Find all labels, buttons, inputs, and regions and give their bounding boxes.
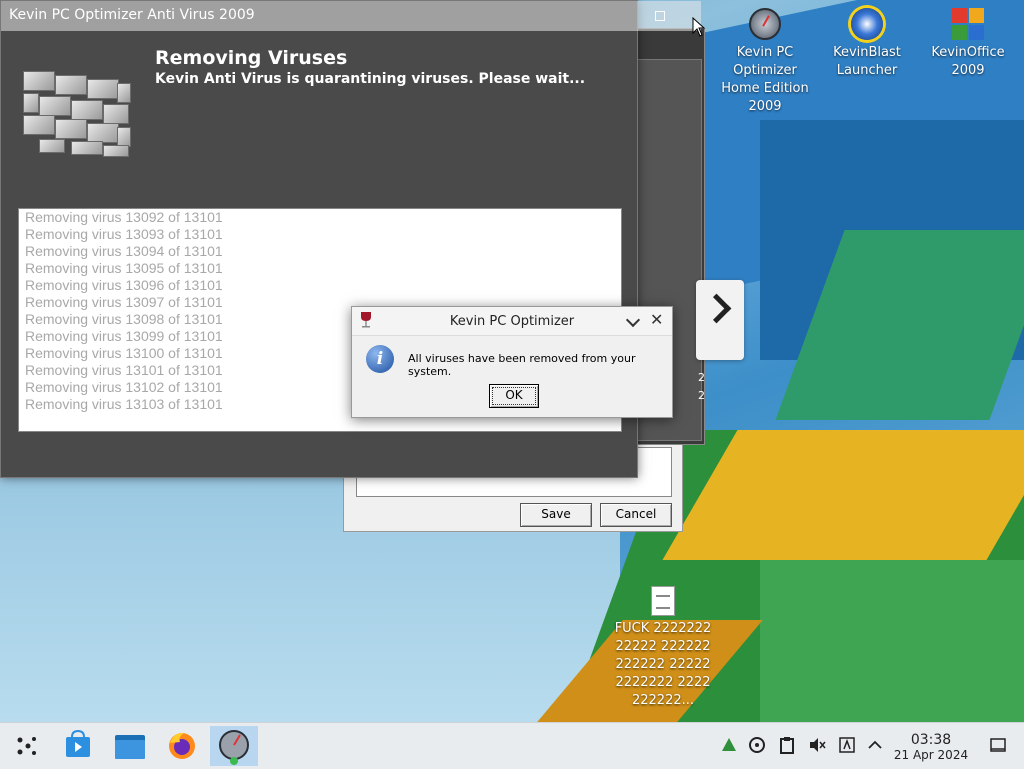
chevron-up-icon[interactable] xyxy=(866,736,884,754)
desktop-icon-label: KevinOffice 2009 xyxy=(931,45,1005,78)
file-manager-icon[interactable] xyxy=(108,726,152,766)
application-launcher-icon[interactable] xyxy=(4,726,48,766)
desktop-icon-label: KevinBlast Launcher xyxy=(833,45,901,78)
desktop-icon-kevinoffice[interactable]: KevinOffice 2009 xyxy=(920,2,1016,80)
save-button-label: Save xyxy=(541,507,571,521)
clipboard-icon[interactable] xyxy=(778,736,796,754)
info-icon: i xyxy=(366,345,394,373)
cancel-button[interactable]: Cancel xyxy=(600,503,672,527)
ok-button-label: OK xyxy=(505,388,523,402)
show-desktop-icon[interactable] xyxy=(989,736,1007,754)
desktop-icon-label: Kevin PC Optimizer Home Edition 2009 xyxy=(721,45,809,114)
page-subtitle: Kevin Anti Virus is quarantining viruses… xyxy=(155,71,586,87)
mouse-cursor-icon xyxy=(692,17,706,37)
chevron-right-icon xyxy=(701,293,732,324)
list-item: Removing virus 13093 of 13101 xyxy=(25,226,223,242)
save-button[interactable]: Save xyxy=(520,503,592,527)
gauge-icon xyxy=(749,8,781,40)
list-item: Removing virus 13092 of 13101 xyxy=(25,209,223,225)
dialog-message: All viruses have been removed from your … xyxy=(408,352,636,378)
clock-date[interactable]: 21 Apr 2024 xyxy=(890,748,972,762)
list-item: Removing virus 13095 of 13101 xyxy=(25,260,223,276)
desktop: Kevin PC Optimizer Home Edition 2009 Kev… xyxy=(0,0,1024,722)
desktop-icon-kevinblast-launcher[interactable]: KevinBlast Launcher xyxy=(819,2,915,80)
window-title: Kevin PC Optimizer Anti Virus 2009 xyxy=(9,7,255,23)
firewall-icon xyxy=(21,41,133,157)
maximize-icon[interactable] xyxy=(655,11,665,21)
desktop-icon-text-file[interactable]: FUCK 222222222222 222222222222 222222222… xyxy=(612,580,714,710)
update-icon[interactable] xyxy=(720,736,738,754)
office-icon xyxy=(952,8,984,40)
list-item: Removing virus 13096 of 13101 xyxy=(25,277,223,293)
keyboard-layout-icon[interactable] xyxy=(838,736,856,754)
dialog-title: Kevin PC Optimizer xyxy=(449,314,575,329)
taskbar-item-kevin-pc-optimizer[interactable] xyxy=(210,726,258,766)
volume-muted-icon[interactable] xyxy=(808,736,826,754)
clock-time[interactable]: 03:38 xyxy=(896,732,966,748)
next-arrow-panel[interactable] xyxy=(696,280,744,360)
wallpaper-shape xyxy=(760,560,1024,722)
network-icon[interactable] xyxy=(748,736,766,754)
ok-button[interactable]: OK xyxy=(489,384,539,408)
desktop-icon-kevin-pc-optimizer[interactable]: Kevin PC Optimizer Home Edition 2009 xyxy=(717,2,813,116)
firefox-icon[interactable] xyxy=(160,726,204,766)
partial-text: 2 xyxy=(698,389,705,402)
gauge-icon xyxy=(219,730,249,765)
desktop-icon-label: FUCK 222222222222 222222222222 222222222… xyxy=(614,621,712,708)
partial-text: 2 xyxy=(698,371,705,384)
cancel-button-label: Cancel xyxy=(615,507,657,521)
taskbar: 03:38 21 Apr 2024 xyxy=(0,722,1024,769)
list-item: Removing virus 13094 of 13101 xyxy=(25,243,223,259)
page-title: Removing Viruses xyxy=(155,47,348,69)
store-icon[interactable] xyxy=(56,726,100,766)
blast-icon xyxy=(851,8,883,40)
message-dialog: Kevin PC Optimizer ✕ i All viruses have … xyxy=(351,306,673,418)
close-icon[interactable]: ✕ xyxy=(650,312,663,328)
document-icon xyxy=(651,586,675,616)
